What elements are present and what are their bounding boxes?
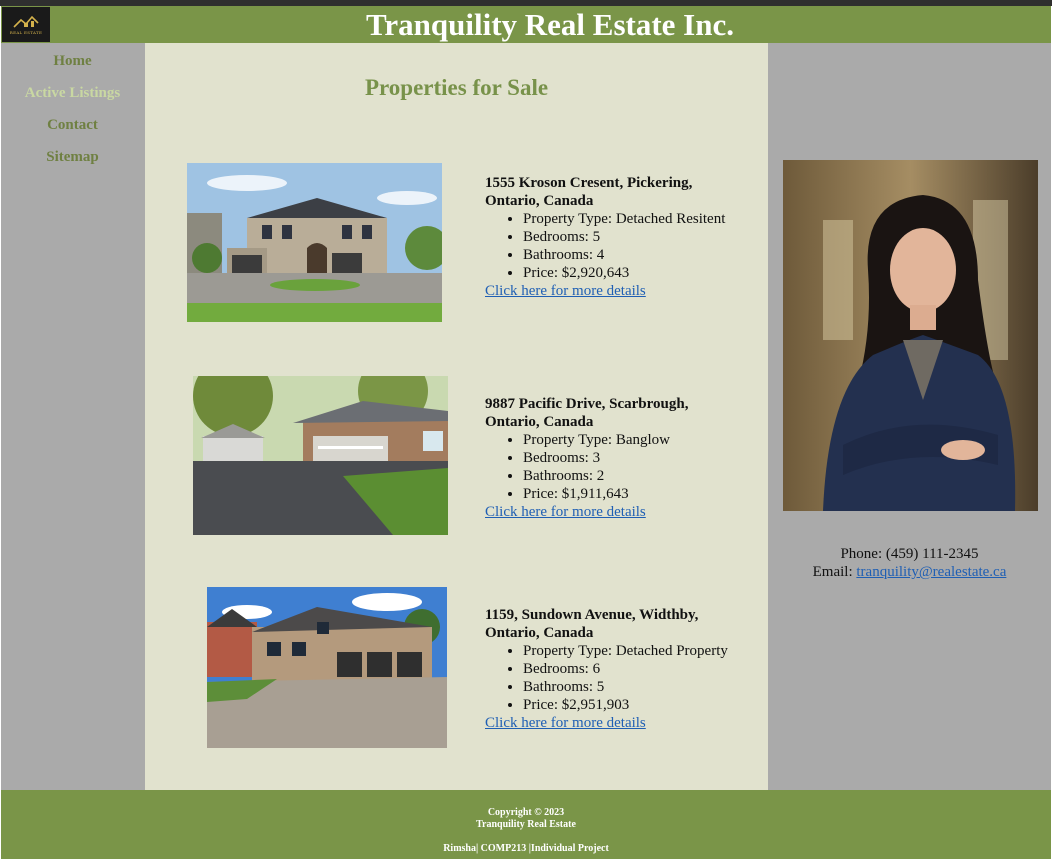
site-title: Tranquility Real Estate Inc. xyxy=(366,7,734,42)
nav-item-contact[interactable]: Contact xyxy=(1,109,144,141)
property-type: Property Type: Banglow xyxy=(523,431,745,449)
logo-text: REAL ESTATE xyxy=(9,29,43,35)
listing-2-photo[interactable] xyxy=(193,376,448,535)
contact-info: Phone: (459) 111-2345 Email: tranquility… xyxy=(768,545,1051,581)
page-title: Properties for Sale xyxy=(364,75,549,100)
listing-features: Property Type: Detached Property Bedroom… xyxy=(485,642,745,714)
bathrooms: Bathrooms: 5 xyxy=(523,678,745,696)
more-details-link[interactable]: Click here for more details xyxy=(485,715,646,731)
listing-address: 1555 Kroson Cresent, Pickering, Ontario,… xyxy=(485,175,693,209)
bathrooms: Bathrooms: 4 xyxy=(523,246,745,264)
house-photo-image xyxy=(207,587,447,748)
listing-features: Property Type: Detached Resitent Bedroom… xyxy=(485,210,745,282)
email-link[interactable]: tranquility@realestate.ca xyxy=(856,564,1006,580)
more-details-link[interactable]: Click here for more details xyxy=(485,504,646,520)
listing-features: Property Type: Banglow Bedrooms: 3 Bathr… xyxy=(485,431,745,503)
bathrooms: Bathrooms: 2 xyxy=(523,467,745,485)
contact-phone: Phone: (459) 111-2345 xyxy=(840,546,979,562)
listing-3-details: 1159, Sundown Avenue, Widthby, Ontario, … xyxy=(485,606,745,732)
property-type: Property Type: Detached Resitent xyxy=(523,210,745,228)
listing-address: 9887 Pacific Drive, Scarbrough, Ontario,… xyxy=(485,396,689,430)
listing-1-details: 1555 Kroson Cresent, Pickering, Ontario,… xyxy=(485,174,745,300)
listing-address: 1159, Sundown Avenue, Widthby, Ontario, … xyxy=(485,607,699,641)
nav-item-sitemap[interactable]: Sitemap xyxy=(1,141,144,173)
bedrooms: Bedrooms: 3 xyxy=(523,449,745,467)
bedrooms: Bedrooms: 5 xyxy=(523,228,745,246)
nav-item-home[interactable]: Home xyxy=(1,45,144,77)
price: Price: $2,951,903 xyxy=(523,696,745,714)
footer-company: Tranquility Real Estate xyxy=(476,819,576,830)
house-photo-image xyxy=(187,163,442,322)
site-header: REAL ESTATE Tranquility Real Estate Inc. xyxy=(1,6,1051,43)
main-content: Properties for Sale 1555 Kroson Cresent, xyxy=(145,43,768,790)
footer-credits: Rimsha| COMP213 |Individual Project xyxy=(443,843,609,854)
house-logo-icon xyxy=(13,15,39,28)
bedrooms: Bedrooms: 6 xyxy=(523,660,745,678)
price: Price: $2,920,643 xyxy=(523,264,745,282)
agent-photo xyxy=(783,160,1038,511)
email-label: Email: xyxy=(812,564,853,580)
listing-3-photo[interactable] xyxy=(207,587,447,748)
site-logo[interactable]: REAL ESTATE xyxy=(2,7,50,42)
listing-1-photo[interactable] xyxy=(187,163,442,322)
site-footer: Copyright © 2023 Tranquility Real Estate… xyxy=(1,790,1051,859)
contact-email-line: Email: tranquility@realestate.ca xyxy=(768,563,1051,581)
listing-2-details: 9887 Pacific Drive, Scarbrough, Ontario,… xyxy=(485,395,745,521)
footer-copyright: Copyright © 2023 xyxy=(487,807,565,818)
price: Price: $1,911,643 xyxy=(523,485,745,503)
house-photo-image xyxy=(193,376,448,535)
agent-portrait-image xyxy=(783,160,1038,511)
sidebar-nav: Home Active Listings Contact Sitemap xyxy=(1,43,144,790)
agent-sidebar: Phone: (459) 111-2345 Email: tranquility… xyxy=(768,43,1051,790)
property-type: Property Type: Detached Property xyxy=(523,642,745,660)
nav-item-active-listings[interactable]: Active Listings xyxy=(1,77,144,109)
more-details-link[interactable]: Click here for more details xyxy=(485,283,646,299)
